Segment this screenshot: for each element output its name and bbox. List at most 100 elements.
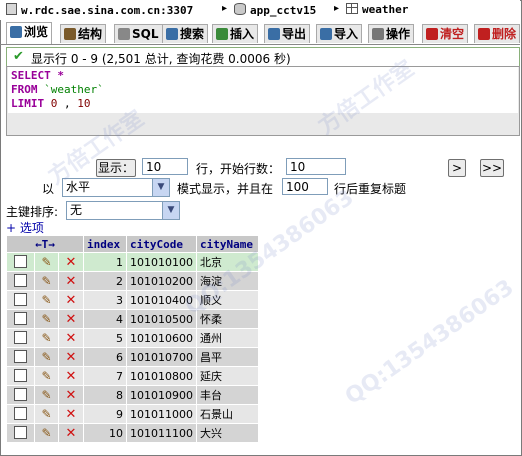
edit-button[interactable]: ✎ (35, 291, 58, 309)
row-checkbox[interactable] (7, 310, 35, 328)
tab-browse[interactable]: 浏览 (6, 22, 53, 44)
show-button[interactable]: 显示： (96, 159, 136, 177)
edit-button[interactable]: ✎ (35, 310, 58, 328)
column-arrows-header[interactable]: ←T→ (7, 236, 83, 252)
delete-button[interactable]: ✕ (58, 272, 83, 290)
next-page-button[interactable]: > (448, 159, 466, 177)
delete-x-icon[interactable]: ✕ (66, 331, 77, 346)
pencil-icon[interactable]: ✎ (41, 369, 51, 383)
delete-x-icon[interactable]: ✕ (66, 274, 77, 289)
breadcrumb-database[interactable]: app_cctv15 (234, 3, 316, 17)
column-header-cityname[interactable]: cityName (197, 236, 258, 252)
row-checkbox[interactable] (7, 424, 35, 442)
row-checkbox[interactable] (7, 348, 35, 366)
tab-export[interactable]: 导出 (264, 24, 311, 43)
delete-x-icon[interactable]: ✕ (66, 312, 77, 327)
checkbox[interactable] (14, 331, 28, 344)
edit-button[interactable]: ✎ (35, 272, 58, 290)
edit-button[interactable]: ✎ (35, 329, 58, 347)
cell-cityname: 北京 (197, 253, 258, 271)
breadcrumb-table[interactable]: weather (346, 3, 408, 16)
edit-button[interactable]: ✎ (35, 424, 58, 442)
edit-button[interactable]: ✎ (35, 405, 58, 423)
tab-empty[interactable]: 清空 (422, 24, 469, 43)
tab-search[interactable]: 搜索 (162, 24, 209, 43)
delete-x-icon[interactable]: ✕ (66, 407, 77, 422)
start-row-input[interactable]: 10 (286, 158, 346, 175)
row-checkbox[interactable] (7, 386, 35, 404)
options-link[interactable]: + 选项 (6, 219, 44, 236)
table-row[interactable]: ✎ ✕ 9 101011000 石景山 (7, 405, 258, 423)
row-checkbox[interactable] (7, 253, 35, 271)
pencil-icon[interactable]: ✎ (41, 255, 51, 269)
tab-operations[interactable]: 操作 (368, 24, 415, 43)
tab-structure[interactable]: 结构 (60, 24, 107, 43)
row-checkbox[interactable] (7, 272, 35, 290)
checkbox[interactable] (14, 293, 28, 306)
repeat-header-input[interactable]: 100 (282, 178, 328, 195)
pencil-icon[interactable]: ✎ (41, 293, 51, 307)
pencil-icon[interactable]: ✎ (41, 274, 51, 288)
pencil-icon[interactable]: ✎ (41, 426, 51, 440)
sort-select[interactable]: 无 ▼ (66, 201, 180, 220)
delete-button[interactable]: ✕ (58, 291, 83, 309)
checkbox[interactable] (14, 369, 28, 382)
row-checkbox[interactable] (7, 291, 35, 309)
rows-count-input[interactable]: 10 (142, 158, 188, 175)
delete-x-icon[interactable]: ✕ (66, 255, 77, 270)
delete-button[interactable]: ✕ (58, 348, 83, 366)
chevron-down-icon[interactable]: ▼ (162, 202, 179, 219)
pencil-icon[interactable]: ✎ (41, 312, 51, 326)
row-checkbox[interactable] (7, 405, 35, 423)
table-row[interactable]: ✎ ✕ 10 101011100 大兴 (7, 424, 258, 442)
delete-button[interactable]: ✕ (58, 405, 83, 423)
pencil-icon[interactable]: ✎ (41, 350, 51, 364)
table-row[interactable]: ✎ ✕ 8 101010900 丰台 (7, 386, 258, 404)
checkbox[interactable] (14, 426, 28, 439)
edit-button[interactable]: ✎ (35, 253, 58, 271)
delete-x-icon[interactable]: ✕ (66, 350, 77, 365)
delete-x-icon[interactable]: ✕ (66, 369, 77, 384)
table-row[interactable]: ✎ ✕ 6 101010700 昌平 (7, 348, 258, 366)
column-header-citycode[interactable]: cityCode (127, 236, 196, 252)
chevron-down-icon[interactable]: ▼ (152, 179, 169, 196)
delete-button[interactable]: ✕ (58, 310, 83, 328)
checkbox[interactable] (14, 255, 28, 268)
row-checkbox[interactable] (7, 367, 35, 385)
table-row[interactable]: ✎ ✕ 1 101010100 北京 (7, 253, 258, 271)
delete-x-icon[interactable]: ✕ (66, 426, 77, 441)
checkbox[interactable] (14, 407, 28, 420)
edit-button[interactable]: ✎ (35, 348, 58, 366)
pencil-icon[interactable]: ✎ (41, 388, 51, 402)
pencil-icon[interactable]: ✎ (41, 331, 51, 345)
breadcrumb-server[interactable]: w.rdc.sae.sina.com.cn:3307 (6, 3, 193, 17)
tab-sql[interactable]: SQL (114, 24, 163, 43)
sql-query-text[interactable]: SELECT * FROM `weather` LIMIT 0 , 10 (8, 67, 518, 113)
last-page-button[interactable]: >> (480, 159, 504, 177)
checkbox[interactable] (14, 312, 28, 325)
table-row[interactable]: ✎ ✕ 2 101010200 海淀 (7, 272, 258, 290)
checkbox[interactable] (14, 388, 28, 401)
edit-button[interactable]: ✎ (35, 367, 58, 385)
tab-drop[interactable]: 删除 (474, 24, 521, 43)
table-row[interactable]: ✎ ✕ 5 101010600 通州 (7, 329, 258, 347)
checkbox[interactable] (14, 350, 28, 363)
table-row[interactable]: ✎ ✕ 4 101010500 怀柔 (7, 310, 258, 328)
display-mode-select[interactable]: 水平 ▼ (62, 178, 170, 197)
tab-import[interactable]: 导入 (316, 24, 363, 43)
delete-button[interactable]: ✕ (58, 329, 83, 347)
delete-button[interactable]: ✕ (58, 424, 83, 442)
delete-x-icon[interactable]: ✕ (66, 388, 77, 403)
checkbox[interactable] (14, 274, 28, 287)
row-checkbox[interactable] (7, 329, 35, 347)
delete-x-icon[interactable]: ✕ (66, 293, 77, 308)
tab-insert[interactable]: 插入 (212, 24, 259, 43)
pencil-icon[interactable]: ✎ (41, 407, 51, 421)
table-row[interactable]: ✎ ✕ 7 101010800 延庆 (7, 367, 258, 385)
column-header-index[interactable]: index (84, 236, 126, 252)
edit-button[interactable]: ✎ (35, 386, 58, 404)
table-row[interactable]: ✎ ✕ 3 101010400 顺义 (7, 291, 258, 309)
delete-button[interactable]: ✕ (58, 367, 83, 385)
delete-button[interactable]: ✕ (58, 253, 83, 271)
delete-button[interactable]: ✕ (58, 386, 83, 404)
